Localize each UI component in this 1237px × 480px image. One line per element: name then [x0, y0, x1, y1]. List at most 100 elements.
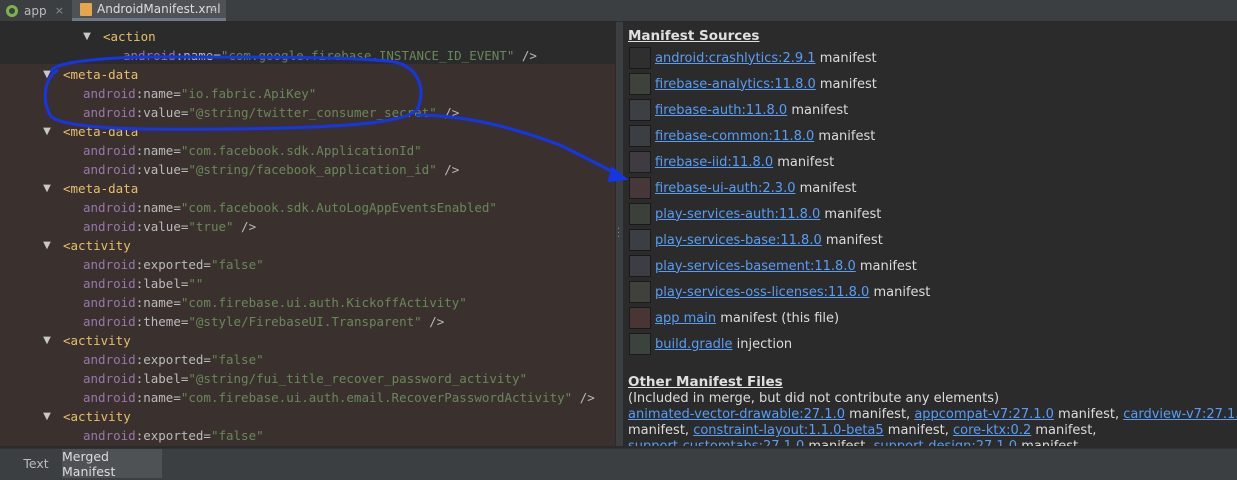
manifest-source-link[interactable]: firebase-iid:11.8.0 [655, 155, 773, 170]
manifest-source-row: play-services-basement:11.8.0 manifest [629, 254, 917, 278]
manifest-source-link[interactable]: build.gradle [655, 337, 733, 352]
other-manifest-link[interactable]: support-customtabs:27.1.0 [628, 439, 804, 446]
manifest-source-link[interactable]: firebase-auth:11.8.0 [655, 103, 787, 118]
manifest-source-row: app main manifest (this file) [629, 306, 839, 330]
code-token: :label= [135, 371, 189, 386]
code-token: :name= [135, 86, 181, 101]
source-color-swatch [629, 99, 651, 121]
other-manifest-files-heading: Other Manifest Files [628, 374, 783, 390]
code-token: <meta-data [63, 67, 139, 82]
manifest-source-kind: manifest [814, 128, 876, 144]
other-manifest-link[interactable]: appcompat-v7:27.1.0 [914, 407, 1054, 422]
close-icon[interactable]: × [55, 4, 64, 17]
code-token: android [83, 371, 136, 386]
code-token: android [83, 162, 136, 177]
manifest-source-kind: manifest [815, 76, 877, 92]
code-line: <activity [63, 236, 615, 255]
code-token: "com.google.firebase.INSTANCE_ID_EVENT" [220, 48, 515, 63]
code-token: android [83, 143, 136, 158]
manifest-sources-heading: Manifest Sources [628, 28, 760, 44]
code-token: /> [572, 390, 595, 405]
code-token: :value= [135, 105, 189, 120]
manifest-source-row: firebase-common:11.8.0 manifest [629, 124, 875, 148]
code-token: "@string/twitter_consumer_secret" [188, 105, 437, 120]
code-token: android [83, 390, 136, 405]
code-token: "@style/FirebaseUI.Transparent" [188, 314, 422, 329]
code-token: "true" [188, 219, 234, 234]
code-token: "io.fabric.ApiKey" [180, 86, 317, 101]
code-line: android:value="true" /> [83, 217, 615, 236]
tab-android-manifest[interactable]: AndroidManifest.xml × [72, 0, 226, 21]
code-line: android:exported="false" [83, 255, 615, 274]
other-manifest-text: manifest, [1031, 423, 1097, 438]
manifest-source-row: play-services-auth:11.8.0 manifest [629, 202, 881, 226]
other-manifest-link[interactable]: core-ktx:0.2 [953, 423, 1031, 438]
tab-android-manifest-label: AndroidManifest.xml [97, 2, 221, 16]
code-token: android [123, 48, 176, 63]
manifest-source-kind: manifest [787, 102, 849, 118]
editor-bottom-tabs: Text Merged Manifest [0, 448, 1237, 480]
manifest-source-kind: manifest [820, 206, 882, 222]
manifest-source-link[interactable]: play-services-auth:11.8.0 [655, 207, 820, 222]
tab-app[interactable]: app × [0, 0, 72, 21]
other-manifest-line: animated-vector-drawable:27.1.0 manifest… [628, 407, 1237, 423]
manifest-source-kind: injection [732, 336, 793, 352]
tab-merged-manifest[interactable]: Merged Manifest [62, 449, 162, 479]
other-manifest-link[interactable]: constraint-layout:1.1.0-beta5 [693, 423, 883, 438]
code-token: :name= [135, 390, 181, 405]
manifest-source-row: android:crashlytics:2.9.1 manifest [629, 46, 877, 70]
code-token: :exported= [135, 352, 211, 367]
close-icon[interactable]: × [209, 3, 218, 16]
manifest-source-link[interactable]: play-services-base:11.8.0 [655, 233, 822, 248]
manifest-source-row: play-services-oss-licenses:11.8.0 manife… [629, 280, 930, 304]
source-color-swatch [629, 151, 651, 173]
xml-file-icon [80, 2, 92, 16]
manifest-source-link[interactable]: firebase-common:11.8.0 [655, 129, 814, 144]
other-manifest-link[interactable]: animated-vector-drawable:27.1.0 [628, 407, 845, 422]
merged-manifest-editor[interactable]: ▼ <action android:name="com.google.firebas… [0, 22, 615, 446]
source-color-swatch [629, 125, 651, 147]
code-line: android:name="io.fabric.ApiKey" [83, 84, 615, 103]
code-line: <action [103, 27, 615, 46]
fold-toggle-icon[interactable]: ▼ [41, 411, 53, 422]
fold-toggle-icon[interactable]: ▼ [81, 31, 93, 42]
code-token: :exported= [135, 257, 211, 272]
manifest-sources-panel: Manifest Sources android:crashlytics:2.9… [623, 22, 1237, 446]
code-line: android:label="" [83, 274, 615, 293]
other-manifest-text: manifest, [844, 407, 915, 422]
code-token: android [83, 428, 136, 443]
source-color-swatch [629, 73, 651, 95]
manifest-source-link[interactable]: play-services-basement:11.8.0 [655, 259, 856, 274]
manifest-source-link[interactable]: play-services-oss-licenses:11.8.0 [655, 285, 869, 300]
source-color-swatch [629, 281, 651, 303]
other-manifest-link[interactable]: cardview-v7:27.1.0 [1123, 407, 1237, 422]
other-manifest-text: manifest, [628, 423, 694, 438]
fold-toggle-icon[interactable]: ▼ [41, 69, 53, 80]
manifest-source-kind: manifest [869, 284, 931, 300]
fold-toggle-icon[interactable]: ▼ [41, 240, 53, 251]
code-token: /> [436, 162, 460, 177]
manifest-source-kind: manifest [821, 232, 883, 248]
tab-text[interactable]: Text [10, 449, 62, 478]
fold-toggle-icon[interactable]: ▼ [41, 126, 53, 137]
code-token: <meta-data [63, 124, 139, 139]
other-manifest-note: (Included in merge, but did not contribu… [628, 391, 1000, 406]
other-manifest-text: manifest, [1053, 407, 1124, 422]
code-line: android:value="@string/twitter_consumer_… [83, 103, 615, 122]
code-token: android [83, 105, 136, 120]
manifest-source-link[interactable]: android:crashlytics:2.9.1 [655, 51, 816, 66]
code-token: <activity [63, 409, 131, 424]
manifest-source-link[interactable]: app main [655, 311, 716, 326]
editor-tab-bar: app × AndroidManifest.xml × [0, 0, 1237, 22]
code-token: "false" [210, 352, 264, 367]
manifest-source-row: build.gradle injection [629, 332, 792, 356]
tab-app-label: app [24, 3, 47, 18]
code-line: android:theme="@style/FirebaseUI.Transpa… [83, 312, 615, 331]
other-manifest-link[interactable]: support-design:27.1.0 [874, 439, 1017, 446]
code-token: "false" [210, 257, 264, 272]
manifest-source-link[interactable]: firebase-analytics:11.8.0 [655, 77, 816, 92]
manifest-source-link[interactable]: firebase-ui-auth:2.3.0 [655, 181, 795, 196]
fold-toggle-icon[interactable]: ▼ [41, 335, 53, 346]
code-token: "com.firebase.ui.auth.email.RecoverPassw… [180, 390, 573, 405]
fold-toggle-icon[interactable]: ▼ [41, 183, 53, 194]
